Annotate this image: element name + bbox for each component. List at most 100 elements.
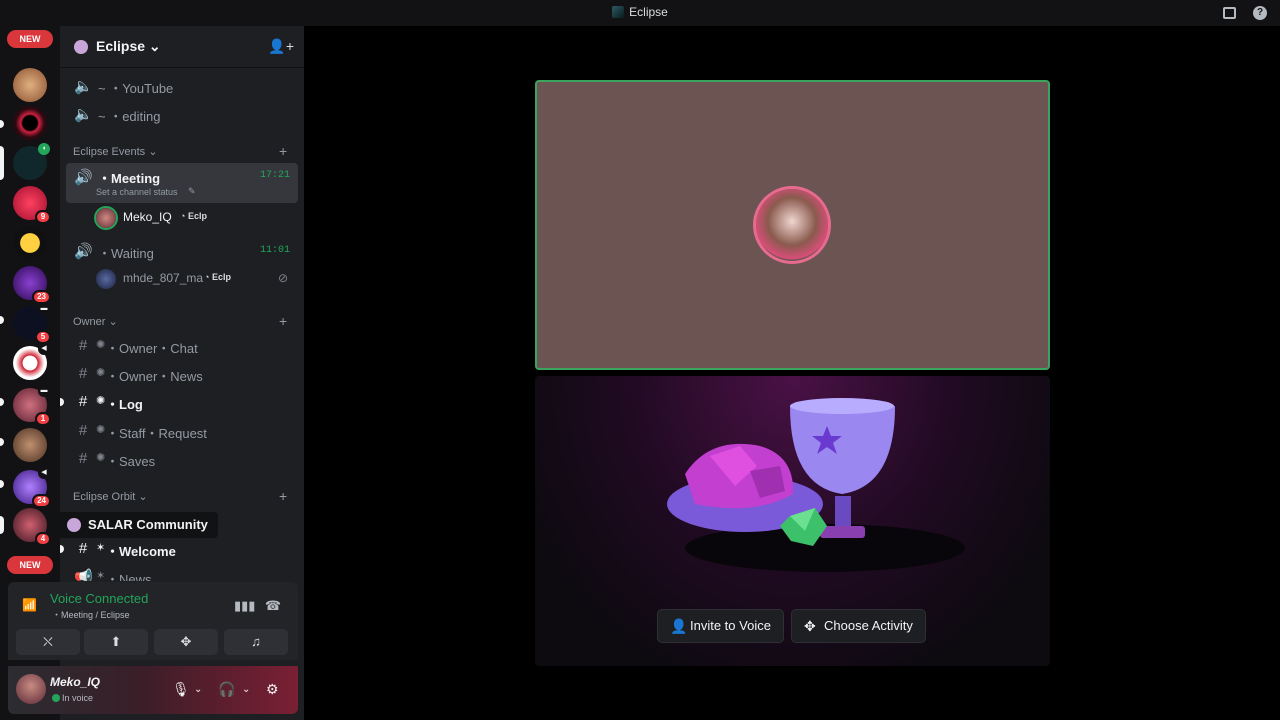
channel-log[interactable]: # ・Log ✺ xyxy=(60,388,298,416)
add-channel-icon[interactable]: + xyxy=(279,313,287,329)
hashtag-icon: # xyxy=(78,422,88,439)
selected-pill xyxy=(0,146,4,180)
unread-pill xyxy=(0,120,4,128)
channel-status[interactable]: Set a channel status xyxy=(96,187,178,197)
channel-label: ・Meeting xyxy=(98,171,161,186)
unread-pill xyxy=(0,316,4,324)
disconnect-icon[interactable]: ☎ xyxy=(264,598,282,614)
star-icon: ✶ xyxy=(96,542,106,554)
guild-name: Eclipse ⌄ xyxy=(96,38,161,54)
help-icon[interactable]: ? xyxy=(1253,6,1267,20)
unread-dot xyxy=(60,545,64,553)
server-icon-5[interactable] xyxy=(13,226,47,260)
channel-label: ・Owner・Chat xyxy=(106,341,198,356)
avatar xyxy=(96,269,116,289)
add-channel-icon[interactable]: + xyxy=(279,143,287,159)
chevron-down-icon[interactable]: ⌄ xyxy=(242,684,250,695)
screen-icon: ▬ xyxy=(38,303,50,315)
signal-icon[interactable]: 📶 xyxy=(22,598,37,612)
choose-activity-button[interactable]: ✥ Choose Activity xyxy=(791,609,926,643)
pencil-icon[interactable]: ✎ xyxy=(188,186,196,197)
server-icon-7[interactable]: ▬ 5 xyxy=(13,303,51,344)
settings-icon[interactable]: ⚙ xyxy=(266,681,279,698)
guild-header[interactable]: Eclipse ⌄ 👤+ xyxy=(60,26,304,68)
server-icon-10[interactable] xyxy=(13,428,47,462)
mention-badge: 23 xyxy=(32,290,51,304)
channel-staff-request[interactable]: # ・Staff・Request ✺ xyxy=(66,417,298,445)
voice-status[interactable]: Voice Connected xyxy=(50,591,148,606)
channel-saves[interactable]: # ・Saves ✺ xyxy=(66,445,298,473)
channel-label: ・Owner・News xyxy=(106,369,203,384)
channel-editing[interactable]: 🔈 ~ ・editing xyxy=(66,100,298,128)
channel-welcome[interactable]: # ・Welcome ✶ xyxy=(60,535,298,563)
activity-icon: ✥ xyxy=(804,618,816,634)
screenshare-icon: ⬆ xyxy=(110,634,122,649)
server-icon-6[interactable]: 23 xyxy=(13,266,51,304)
user-panel: Meko_IQ In voice 🎙 ⌄ 🎧 ⌄ ⚙ xyxy=(8,666,298,714)
user-status: In voice xyxy=(62,693,94,703)
channel-owner-news[interactable]: # ・Owner・News ✺ xyxy=(66,360,298,388)
unread-dot xyxy=(60,398,64,406)
inbox-icon[interactable] xyxy=(1223,7,1236,19)
server-icon-2[interactable] xyxy=(13,106,47,140)
noise-suppression-icon[interactable]: ▮▮▮ xyxy=(234,598,255,614)
activity-button[interactable]: ✥ xyxy=(154,629,218,655)
server-icon-8[interactable]: ◀ xyxy=(13,343,50,380)
camera-button[interactable]: ⛌ xyxy=(16,629,80,655)
mention-badge: 5 xyxy=(35,330,51,344)
sparkle-icon: ✺ xyxy=(96,339,106,351)
screenshare-button[interactable]: ⬆ xyxy=(84,629,148,655)
guild-icon xyxy=(74,40,88,54)
clan-tag: ◔ Eclp xyxy=(204,272,231,282)
channel-label: ~ ・editing xyxy=(98,109,161,124)
mention-badge: 1 xyxy=(35,412,51,426)
channel-news[interactable]: 📢 ・News ✶ xyxy=(66,563,298,581)
soundboard-button[interactable]: ♫ xyxy=(224,629,288,655)
voice-username: Meko_IQ xyxy=(123,210,172,224)
participant-tile-meko[interactable] xyxy=(535,80,1050,370)
category-eclipse-events[interactable]: Eclipse Events ⌄ + xyxy=(73,143,287,161)
speaker-icon: 🔈 xyxy=(74,78,93,95)
add-channel-icon[interactable]: + xyxy=(279,488,287,504)
invite-to-voice-button[interactable]: 👤 Invite to Voice xyxy=(657,609,784,643)
category-owner[interactable]: Owner ⌄ + xyxy=(73,313,287,331)
voice-timer: 11:01 xyxy=(259,245,290,256)
sparkle-icon: ✺ xyxy=(96,424,106,436)
server-icon-4[interactable]: 9 xyxy=(13,186,51,224)
deafened-icon: ⊘ xyxy=(278,271,289,285)
category-eclipse-orbit[interactable]: Eclipse Orbit ⌄ + xyxy=(73,488,287,506)
server-icon-9[interactable]: ▬ 1 xyxy=(13,385,51,426)
server-tooltip: SALAR Community xyxy=(57,512,218,538)
channel-waiting[interactable]: 🔊 ・Waiting 11:01 xyxy=(66,237,298,265)
hashtag-icon: # xyxy=(78,450,88,467)
server-icon-salar[interactable]: 4 xyxy=(13,508,51,546)
channel-meeting[interactable]: 🔊 ・Meeting 17:21 Set a channel status ✎ xyxy=(66,163,298,203)
user-name[interactable]: Meko_IQ xyxy=(50,675,100,689)
server-icon-11[interactable]: ◀ 24 xyxy=(13,467,51,508)
server-icon-eclipse[interactable]: ◖ xyxy=(13,143,50,180)
add-member-icon[interactable]: 👤+ xyxy=(268,38,294,55)
voice-active-icon: ◖ xyxy=(38,143,50,155)
hashtag-icon: # xyxy=(78,540,88,557)
sparkle-icon: ✺ xyxy=(96,395,106,407)
channel-owner-chat[interactable]: # ・Owner・Chat ✺ xyxy=(66,332,298,360)
unread-pill xyxy=(0,480,4,488)
new-badge-top[interactable]: NEW xyxy=(7,30,53,48)
headphones-icon[interactable]: 🎧 xyxy=(218,681,235,698)
user-avatar[interactable] xyxy=(16,674,46,704)
voice-username: mhde_807_ma xyxy=(123,271,204,285)
speaker-icon: 🔊 xyxy=(74,169,93,186)
microphone-icon[interactable]: 🎙 xyxy=(172,681,190,698)
soundboard-icon: ♫ xyxy=(251,634,261,649)
voice-location[interactable]: ・Meeting / Eclipse xyxy=(52,608,130,621)
channel-youtube[interactable]: 🔈 ~ ・YouTube xyxy=(66,72,298,100)
new-badge-bottom[interactable]: NEW xyxy=(7,556,53,574)
window-title: Eclipse xyxy=(0,5,1280,19)
mention-badge: 4 xyxy=(35,532,51,546)
server-icon-1[interactable] xyxy=(13,68,47,102)
chevron-down-icon[interactable]: ⌄ xyxy=(194,684,202,695)
screen-icon: ▬ xyxy=(38,385,50,397)
channel-label: ・Waiting xyxy=(98,246,154,261)
voice-timer: 17:21 xyxy=(259,170,290,181)
app-logo-icon xyxy=(612,6,625,18)
